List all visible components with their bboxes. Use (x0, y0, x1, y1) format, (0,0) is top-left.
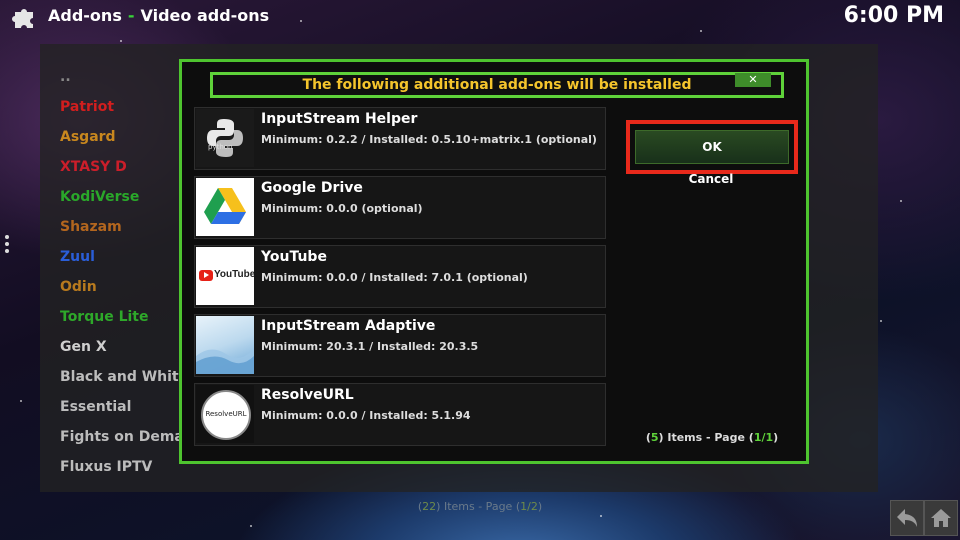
youtube-logo-icon: YouTube (196, 247, 254, 305)
addon-item-inputstream-adaptive[interactable]: InputStream Adaptive Minimum: 20.3.1 / I… (194, 314, 606, 377)
resolveurl-logo-text: ResolveURL (205, 410, 247, 418)
background-list-item[interactable]: XTASY D (60, 152, 190, 182)
breadcrumb: Add-ons - Video add-ons (48, 6, 269, 25)
addon-item-resolveurl[interactable]: ResolveURL ResolveURL Minimum: 0.0.0 / I… (194, 383, 606, 446)
breadcrumb-separator: - (127, 6, 135, 25)
install-dependencies-dialog: The following additional add-ons will be… (179, 59, 809, 464)
background-list-item[interactable]: Torque Lite (60, 302, 190, 332)
home-icon (931, 509, 951, 527)
dialog-item-count: 5 (650, 431, 659, 444)
top-bar: Add-ons - Video add-ons 6:00 PM (0, 0, 960, 34)
background-list-item[interactable]: Essential (60, 392, 190, 422)
background-page-number: 1/2 (520, 500, 538, 513)
addon-version-info: Minimum: 0.0.0 / Installed: 5.1.94 (261, 409, 471, 422)
google-drive-icon (196, 178, 254, 236)
dialog-page-number: 1/1 (753, 431, 774, 444)
background-list-item[interactable]: .. (60, 62, 190, 92)
python-logo-icon: python (196, 109, 254, 167)
background-list-item[interactable]: Fluxus IPTV (60, 452, 190, 482)
youtube-logo-text: YouTube (214, 269, 254, 280)
background-list-item[interactable]: Black and White M (60, 362, 190, 392)
addon-version-info: Minimum: 20.3.1 / Installed: 20.3.5 (261, 340, 479, 353)
resolveurl-logo-icon: ResolveURL (196, 385, 254, 443)
addon-name: YouTube (261, 249, 327, 265)
addon-item-youtube[interactable]: YouTube YouTube Minimum: 0.0.0 / Install… (194, 245, 606, 308)
addon-name: ResolveURL (261, 387, 354, 403)
breadcrumb-section: Add-ons (48, 6, 122, 25)
background-list-item[interactable]: Shazam (60, 212, 190, 242)
addon-item-google-drive[interactable]: Google Drive Minimum: 0.0.0 (optional) (194, 176, 606, 239)
clock: 6:00 PM (843, 3, 944, 28)
addon-version-info: Minimum: 0.0.0 / Installed: 7.0.1 (optio… (261, 271, 528, 284)
dialog-title: The following additional add-ons will be… (302, 77, 692, 93)
addon-name: InputStream Adaptive (261, 318, 436, 334)
background-list-item[interactable]: Fights on Demand (60, 422, 190, 452)
side-menu-grip-icon[interactable] (4, 232, 10, 258)
background-item-count: 22 (422, 500, 437, 513)
addon-name: Google Drive (261, 180, 363, 196)
background-list-item[interactable]: Patriot (60, 92, 190, 122)
addon-name: InputStream Helper (261, 111, 418, 127)
background-list-item[interactable]: Gen X (60, 332, 190, 362)
background-list-item[interactable]: Asgard (60, 122, 190, 152)
background-list-item[interactable]: Odin (60, 272, 190, 302)
breadcrumb-category: Video add-ons (140, 6, 270, 25)
dialog-header: The following additional add-ons will be… (210, 72, 784, 98)
addon-version-info: Minimum: 0.2.2 / Installed: 0.5.10+matri… (261, 133, 597, 146)
addon-item-inputstream-helper[interactable]: python InputStream Helper Minimum: 0.2.2… (194, 107, 606, 170)
background-list-item[interactable]: KodiVerse (60, 182, 190, 212)
ok-button[interactable]: OK (635, 130, 789, 164)
background-addon-list: .. Patriot Asgard XTASY D KodiVerse Shaz… (60, 62, 190, 482)
dialog-page-indicator: (5) Items - Page (1/1) (645, 431, 779, 444)
cancel-button[interactable]: Cancel (635, 172, 787, 190)
background-page-indicator: (22) Items - Page (1/2) (417, 500, 543, 513)
background-list-item[interactable]: Zuul (60, 242, 190, 272)
wave-graphic-icon (196, 316, 254, 374)
background-items-label: Items - Page (443, 500, 513, 513)
addon-version-info: Minimum: 0.0.0 (optional) (261, 202, 423, 215)
home-button[interactable] (924, 500, 958, 536)
python-logo-text: python (208, 143, 233, 151)
back-arrow-icon (897, 509, 917, 527)
dialog-items-label: Items - Page (667, 431, 745, 444)
addon-list: python InputStream Helper Minimum: 0.2.2… (194, 107, 608, 452)
close-button[interactable]: ✕ (735, 73, 771, 87)
puzzle-icon (12, 9, 33, 28)
back-button[interactable] (890, 500, 924, 536)
